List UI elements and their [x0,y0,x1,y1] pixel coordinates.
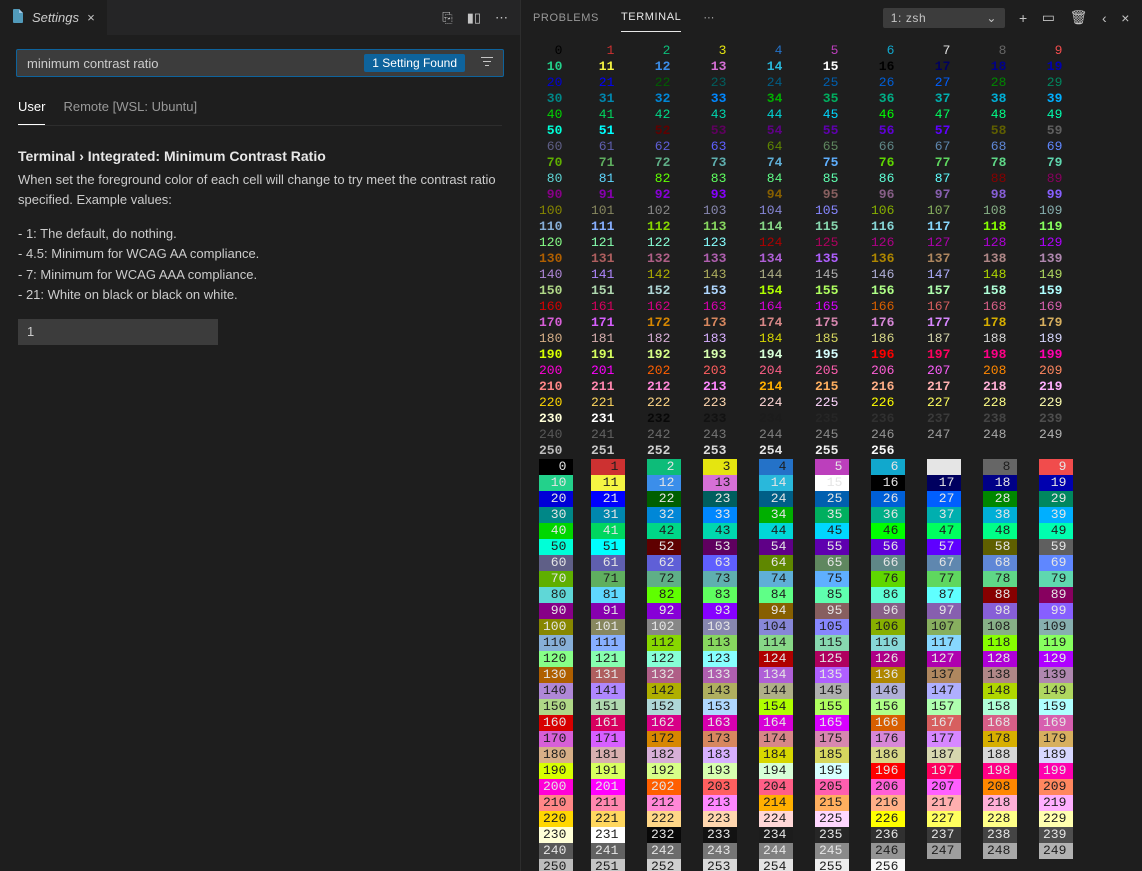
chevron-down-icon: ⌄ [986,11,997,25]
tab-title: Settings [32,10,79,25]
scope-tabs: User Remote [WSL: Ubuntu] [18,93,502,126]
tab-user[interactable]: User [18,93,45,125]
maximize-icon[interactable]: ‹ [1102,10,1107,26]
terminal-selector-label: 1: zsh [891,11,927,25]
file-icon [10,8,26,27]
settings-tab[interactable]: Settings × [0,0,108,35]
more-icon[interactable]: ⋯ [495,10,508,26]
setting-value-input[interactable] [18,319,218,345]
terminal-selector[interactable]: 1: zsh ⌄ [883,8,1005,28]
setting-description: When set the foreground color of each ce… [18,170,502,305]
new-terminal-icon[interactable]: + [1019,10,1028,26]
setting-title: Terminal › Integrated: Minimum Contrast … [18,148,502,164]
filter-icon[interactable] [471,54,503,73]
terminal-output[interactable]: 0 1 2 3 4 5 6 7 8 9 10 11 12 13 14 15 16… [521,35,1142,871]
split-editor-icon[interactable]: ▮▯ [467,10,481,26]
panel-more-icon[interactable]: ⋯ [703,3,715,32]
close-icon[interactable]: × [85,8,97,27]
tab-terminal[interactable]: TERMINAL [621,3,681,32]
setting-body: Terminal › Integrated: Minimum Contrast … [0,126,520,367]
tab-problems[interactable]: PROBLEMS [533,4,599,32]
open-changes-icon[interactable]: ⎘ [442,10,452,26]
close-panel-icon[interactable]: × [1121,10,1130,26]
results-badge: 1 Setting Found [364,54,465,72]
editor-tab-bar: Settings × ⎘ ▮▯ ⋯ [0,0,520,35]
tab-remote[interactable]: Remote [WSL: Ubuntu] [63,93,197,125]
panel-tabs: PROBLEMS TERMINAL ⋯ 1: zsh ⌄ + ▭ 🗑 ‹ × [521,0,1142,35]
settings-search: 1 Setting Found [16,49,504,77]
kill-terminal-icon[interactable]: 🗑 [1070,9,1088,26]
split-terminal-icon[interactable]: ▭ [1042,9,1056,26]
editor-actions: ⎘ ▮▯ ⋯ [442,10,520,26]
search-input[interactable] [17,56,364,71]
